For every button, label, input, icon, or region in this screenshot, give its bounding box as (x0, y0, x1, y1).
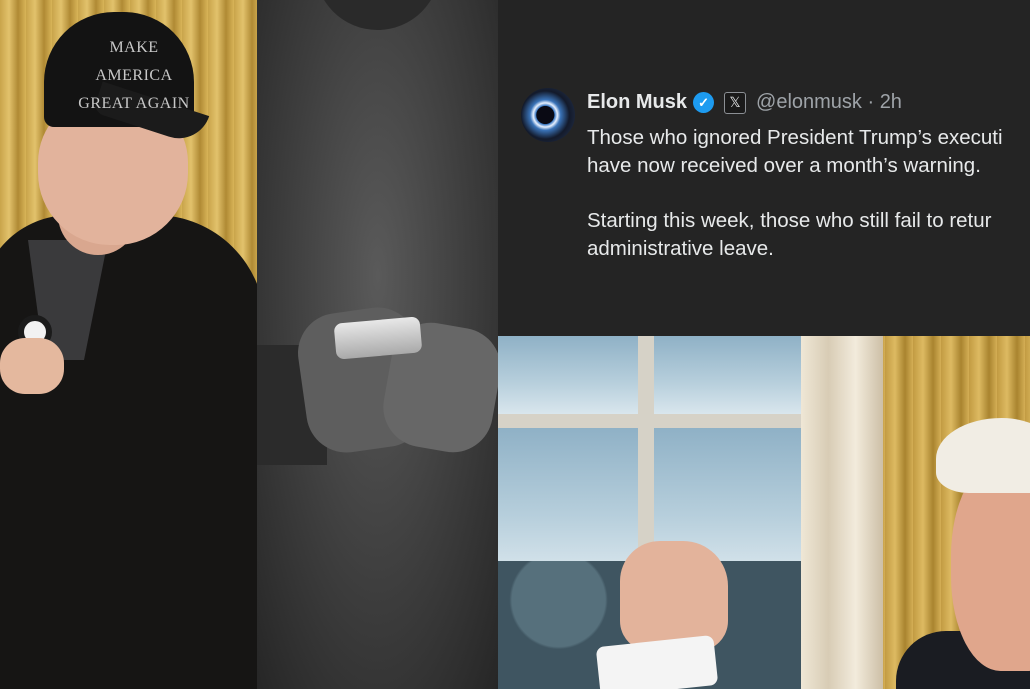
shirt-collar (315, 0, 440, 30)
cap-text-line1: MAKE AMERICA (95, 39, 173, 84)
tweet-line: Those who ignored President Trump’s exec… (587, 126, 1003, 149)
tweet-line: have now received over a month’s warning… (587, 154, 981, 177)
tweet-header: Elon Musk ✓ 𝕏 @elonmusk · 2h (587, 91, 902, 114)
photo-man-in-cap: MAKE AMERICA GREAT AGAIN (0, 0, 257, 689)
cap-text: MAKE AMERICA GREAT AGAIN (74, 34, 194, 118)
tweet-line: Starting this week, those who still fail… (587, 209, 992, 232)
window-pane (498, 336, 638, 414)
tweet-line: administrative leave. (587, 237, 774, 260)
x-logo-icon: 𝕏 (724, 91, 747, 114)
cap-text-line2: GREAT AGAIN (78, 95, 190, 112)
author-name: Elon Musk (587, 91, 688, 113)
window-pane (654, 336, 801, 414)
tweet-body: Those who ignored President Trump’s exec… (587, 124, 1030, 290)
handle-and-time: @elonmusk · 2h (756, 91, 902, 113)
white-hair (936, 418, 1030, 493)
tweet-card: Elon Musk ✓ 𝕏 @elonmusk · 2h Those who i… (498, 0, 1030, 336)
photo-man-speaking (801, 336, 1030, 689)
window-mullion (638, 336, 654, 576)
window-pane (498, 428, 638, 576)
white-drape (801, 336, 883, 689)
tweet-paragraph-1: Those who ignored President Trump’s exec… (587, 124, 1030, 180)
smartphone (333, 316, 423, 360)
verified-badge-icon: ✓ (693, 92, 715, 113)
window-transom (498, 414, 801, 428)
photo-hands-holding-phone (257, 0, 498, 689)
photo-window-fist (498, 336, 801, 689)
avatar (521, 88, 575, 142)
child-hand (0, 338, 64, 394)
raised-fist (620, 541, 728, 651)
tweet-paragraph-2: Starting this week, those who still fail… (587, 207, 1030, 263)
